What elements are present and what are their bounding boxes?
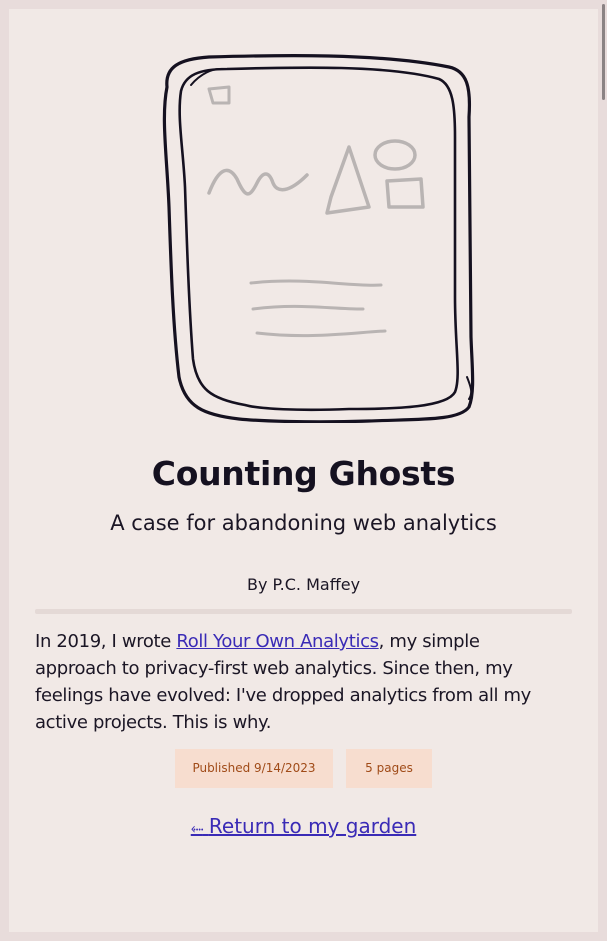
mountain-wave-sketch — [207, 168, 309, 196]
return-link-label: Return to my garden — [208, 814, 417, 838]
page-title: Counting Ghosts — [151, 454, 456, 493]
square-sketch — [385, 177, 425, 209]
author-byline: By P.C. Maffey — [246, 575, 361, 594]
frame-outer-stroke — [162, 53, 475, 423]
vertical-scrollbar[interactable] — [598, 0, 607, 941]
text-line-sketch-3 — [255, 329, 387, 338]
return-to-garden-link[interactable]: ⬸ Return to my garden — [9, 814, 598, 838]
divider — [35, 609, 572, 614]
frame-inner-stroke — [178, 66, 459, 412]
published-date-badge: Published 9/14/2023 — [175, 749, 333, 788]
page-container: Counting Ghosts A case for abandoning we… — [9, 9, 598, 932]
small-square-sketch — [207, 85, 231, 105]
roll-your-own-analytics-link[interactable]: Roll Your Own Analytics — [176, 631, 379, 652]
sketch-frame-illustration — [162, 53, 475, 423]
scrollbar-thumb[interactable] — [602, 4, 605, 100]
summary-intro: In 2019, I wrote — [35, 631, 177, 652]
page-subtitle: A case for abandoning web analytics — [110, 511, 497, 535]
left-arrow-icon: ⬸ — [190, 818, 204, 837]
triangle-sketch — [325, 145, 371, 215]
circle-sketch — [373, 139, 417, 171]
page-count-badge: 5 pages — [346, 749, 432, 788]
text-line-sketch-1 — [249, 279, 383, 287]
frame-accent-stroke-2 — [466, 376, 473, 400]
post-summary: In 2019, I wrote Roll Your Own Analytics… — [35, 628, 555, 736]
text-line-sketch-2 — [251, 304, 365, 311]
